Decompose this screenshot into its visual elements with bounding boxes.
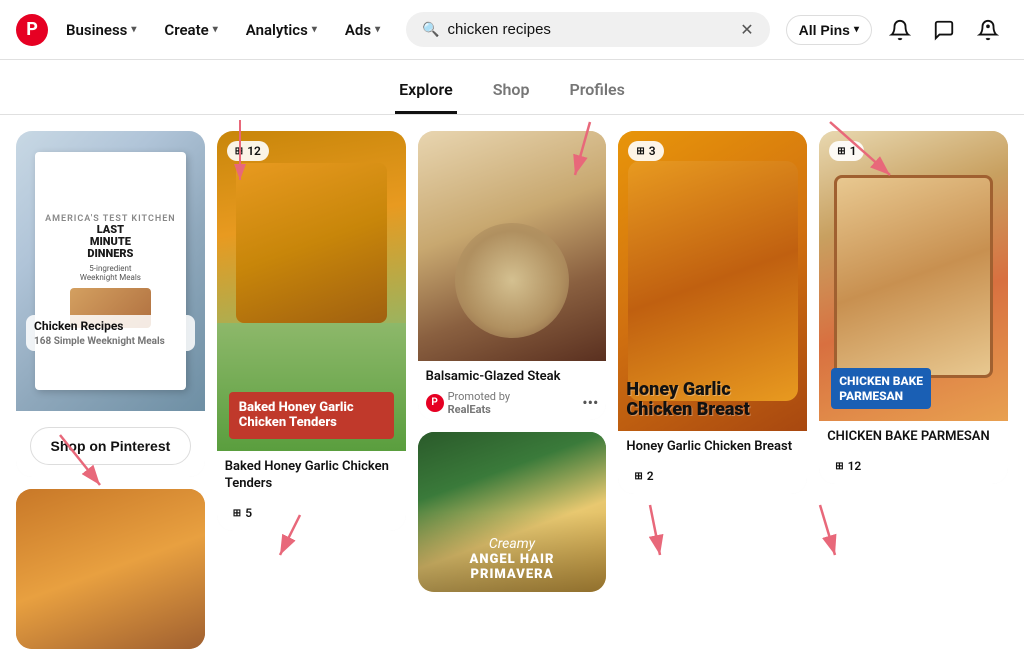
honey-garlic-overlay: Baked Honey Garlic Chicken Tenders: [217, 380, 406, 451]
column-1: AMERICA'S TEST KITCHEN LASTMINUTEDINNERS…: [16, 131, 205, 649]
steak-title: Balsamic-Glazed Steak: [426, 369, 599, 386]
column-4: ⊞ 3 Honey GarlicChicken Breast Honey Gar…: [618, 131, 807, 649]
steak-meta: Balsamic-Glazed Steak P Promoted byRealE…: [418, 361, 607, 420]
promoted-section: P Promoted byRealEats •••: [426, 390, 599, 416]
chicken-lower-left-card[interactable]: ⊞ 1: [16, 489, 205, 649]
honey-garlic-image: ⊞ 12 Baked Honey Garlic Chicken Tenders: [217, 131, 406, 451]
promoted-options-icon[interactable]: •••: [582, 393, 598, 412]
create-chevron-icon: ▾: [213, 24, 218, 35]
honey-breast-overlay-text: Honey GarlicChicken Breast: [626, 379, 749, 421]
honey-garlic-pin-card[interactable]: ⊞ 12 Baked Honey Garlic Chicken Tenders …: [217, 131, 406, 531]
pinterest-logo[interactable]: P: [16, 14, 48, 46]
board-count-badge-parmesan: ⊞ 1: [829, 141, 864, 161]
honey-breast-text-overlay: Honey GarlicChicken Breast: [626, 380, 799, 421]
steak-image: [418, 131, 607, 361]
ads-nav[interactable]: Ads ▾: [335, 15, 390, 45]
create-nav[interactable]: Create ▾: [154, 15, 227, 45]
tab-explore[interactable]: Explore: [395, 72, 457, 114]
honey-breast-pin-card[interactable]: ⊞ 3 Honey GarlicChicken Breast Honey Gar…: [618, 131, 807, 494]
recipe-count: 168 Simple Weeknight Meals: [34, 336, 165, 347]
board-count-badge-parmesan-bottom: ⊞ 12: [827, 456, 869, 476]
business-nav[interactable]: Business ▾: [56, 15, 146, 45]
header: P Business ▾ Create ▾ Analytics ▾ Ads ▾ …: [0, 0, 1024, 60]
parmesan-meta: CHICKEN BAKE PARMESAN: [819, 421, 1008, 450]
search-clear-icon[interactable]: ✕: [740, 20, 753, 39]
ads-chevron-icon: ▾: [375, 24, 380, 35]
promoted-label: Promoted byRealEats: [448, 390, 510, 416]
search-bar: 🔍 ✕: [406, 12, 770, 47]
parmesan-title: CHICKEN BAKE PARMESAN: [827, 429, 1000, 446]
angel-hair-script-text: Creamy: [489, 536, 535, 552]
all-pins-chevron-icon: ▾: [854, 24, 859, 35]
honey-breast-image: ⊞ 3 Honey GarlicChicken Breast: [618, 131, 807, 431]
board-icon-3: ⊞: [233, 508, 241, 519]
shop-on-pinterest-button[interactable]: Shop on Pinterest: [30, 427, 192, 465]
tab-profiles[interactable]: Profiles: [565, 72, 628, 114]
parmesan-pin-card[interactable]: ⊞ 1 CHICKEN BAKEPARMESAN CHICKEN BAKE PA…: [819, 131, 1008, 484]
board-count-badge-breast-bottom: ⊞ 2: [626, 466, 661, 486]
cookbook-image: AMERICA'S TEST KITCHEN LASTMINUTEDINNERS…: [16, 131, 205, 411]
all-pins-button[interactable]: All Pins ▾: [786, 15, 872, 45]
analytics-chevron-icon: ▾: [312, 24, 317, 35]
honey-garlic-bottom-area: ⊞ 5: [217, 497, 406, 532]
column-2: ⊞ 12 Baked Honey Garlic Chicken Tenders …: [217, 131, 406, 649]
pins-grid: AMERICA'S TEST KITCHEN LASTMINUTEDINNERS…: [16, 131, 1008, 649]
analytics-nav[interactable]: Analytics ▾: [236, 15, 327, 45]
angel-hair-caps1-text: ANGEL HAIR: [470, 552, 555, 567]
notification-alt-icon[interactable]: [968, 10, 1008, 50]
header-icons: [880, 10, 1008, 50]
promoted-logo: P: [426, 394, 444, 412]
honey-breast-title: Honey Garlic Chicken Breast: [626, 439, 799, 456]
parmesan-bottom: ⊞ 12: [819, 450, 1008, 485]
search-input[interactable]: [448, 21, 733, 38]
parmesan-text-badge: CHICKEN BAKEPARMESAN: [831, 368, 931, 409]
business-chevron-icon: ▾: [131, 24, 136, 35]
board-count-badge-breast: ⊞ 3: [628, 141, 663, 161]
message-icon[interactable]: [924, 10, 964, 50]
board-icon-6: ⊞: [837, 146, 845, 157]
parmesan-image: ⊞ 1 CHICKEN BAKEPARMESAN: [819, 131, 1008, 421]
search-icon: 🔍: [422, 22, 439, 38]
honey-garlic-meta: Baked Honey Garlic Chicken Tenders: [217, 451, 406, 497]
chicken-lower-image: ⊞ 1: [16, 489, 205, 649]
cookbook-meta: Shop on Pinterest: [16, 411, 205, 477]
column-5: ⊞ 1 CHICKEN BAKEPARMESAN CHICKEN BAKE PA…: [819, 131, 1008, 649]
parmesan-overlay: CHICKEN BAKEPARMESAN: [819, 356, 1008, 421]
search-tabs: Explore Shop Profiles: [0, 60, 1024, 115]
board-icon-7: ⊞: [835, 461, 843, 472]
honey-breast-meta: Honey Garlic Chicken Breast: [618, 431, 807, 460]
tab-shop[interactable]: Shop: [489, 72, 534, 114]
honey-garlic-title: Baked Honey Garlic Chicken Tenders: [225, 459, 398, 493]
board-count-badge-honey-bottom: ⊞ 5: [225, 503, 260, 523]
honey-garlic-text-badge: Baked Honey Garlic Chicken Tenders: [229, 392, 394, 439]
board-count-badge-honey: ⊞ 12: [227, 141, 269, 161]
column-3: Balsamic-Glazed Steak P Promoted byRealE…: [418, 131, 607, 649]
steak-pin-card[interactable]: Balsamic-Glazed Steak P Promoted byRealE…: [418, 131, 607, 420]
honey-breast-bottom: ⊞ 2: [618, 460, 807, 495]
main-content: AMERICA'S TEST KITCHEN LASTMINUTEDINNERS…: [0, 115, 1024, 649]
notification-bell-icon[interactable]: [880, 10, 920, 50]
board-icon-2: ⊞: [235, 146, 243, 157]
board-icon-5: ⊞: [634, 471, 642, 482]
angel-hair-caps2-text: PRIMAVERA: [471, 567, 554, 582]
cookbook-subtitle: 5-ingredientWeeknight Meals: [80, 264, 141, 282]
cookbook-title: LASTMINUTEDINNERS: [87, 224, 133, 260]
cookbook-overlay-label: Chicken Recipes 168 Simple Weeknight Mea…: [26, 315, 195, 351]
cookbook-pin-card[interactable]: AMERICA'S TEST KITCHEN LASTMINUTEDINNERS…: [16, 131, 205, 477]
board-icon-4: ⊞: [636, 146, 644, 157]
